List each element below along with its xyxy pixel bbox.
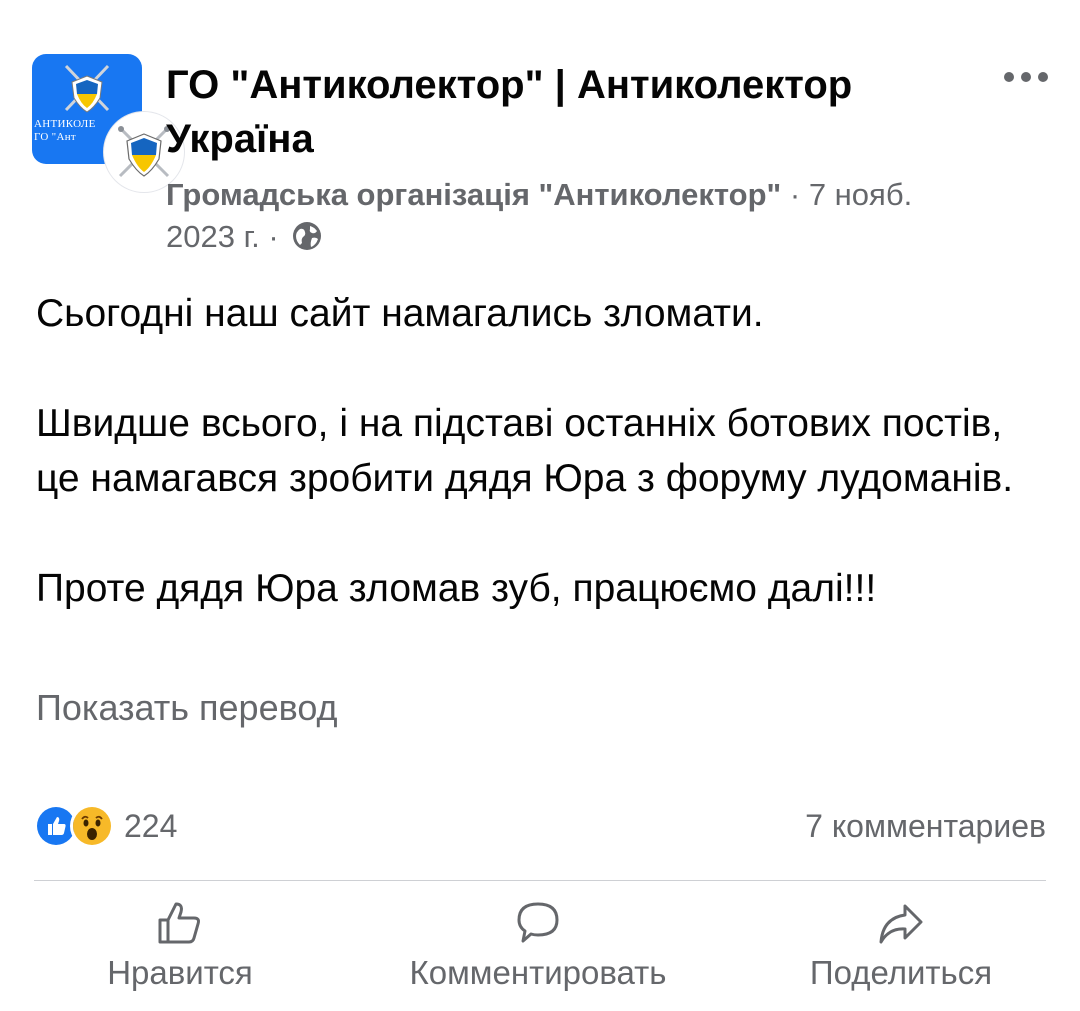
share-arrow-icon xyxy=(879,904,923,944)
share-label: Поделиться xyxy=(809,954,993,991)
share-button[interactable]: Поделиться xyxy=(786,896,1016,996)
wow-reaction-icon xyxy=(70,804,114,848)
post-body: Сьогодні наш сайт намагались зломати. Шв… xyxy=(36,286,1046,616)
comment-bubble-icon xyxy=(517,902,559,943)
post-paragraph: Сьогодні наш сайт намагались зломати. xyxy=(36,292,764,335)
post-paragraph: Проте дядя Юра зломав зуб, працюємо далі… xyxy=(36,567,877,610)
post-header: ГО "Антиколектор" | Антиколектор Україна… xyxy=(166,58,966,263)
org-name-link[interactable]: Громадська організація "Антиколектор" xyxy=(166,177,781,212)
globe-icon xyxy=(291,220,323,263)
meta-separator: · xyxy=(268,219,279,254)
comments-count-link[interactable]: 7 комментариев xyxy=(805,804,1046,848)
post-meta: Громадська організація "Антиколектор" · … xyxy=(166,174,966,263)
avatar-group[interactable]: АНТИКОЛЕ ГО "Ант xyxy=(32,54,184,192)
action-bar: Нравится Комментировать Поделиться xyxy=(0,896,1080,996)
like-button[interactable]: Нравится xyxy=(80,896,280,996)
reactions-summary[interactable]: 224 xyxy=(34,802,177,850)
meta-separator: · xyxy=(789,177,801,212)
shield-logo-icon xyxy=(118,126,170,178)
shield-logo-icon xyxy=(64,64,110,113)
more-options-button[interactable] xyxy=(998,60,1054,94)
comment-button[interactable]: Комментировать xyxy=(378,896,698,996)
reaction-count[interactable]: 224 xyxy=(124,808,177,845)
comment-label: Комментировать xyxy=(409,954,667,991)
thumbs-up-icon xyxy=(158,902,200,944)
post-paragraph: Швидше всього, і на підставі останніх бо… xyxy=(36,402,1014,500)
like-label: Нравится xyxy=(107,954,253,991)
page-name-link[interactable]: ГО "Антиколектор" | Антиколектор Україна xyxy=(166,58,966,166)
avatar-banner-text: АНТИКОЛЕ ГО "Ант xyxy=(34,118,96,143)
show-translation-link[interactable]: Показать перевод xyxy=(36,684,338,732)
divider xyxy=(34,880,1046,881)
more-dots-icon xyxy=(1004,72,1048,82)
